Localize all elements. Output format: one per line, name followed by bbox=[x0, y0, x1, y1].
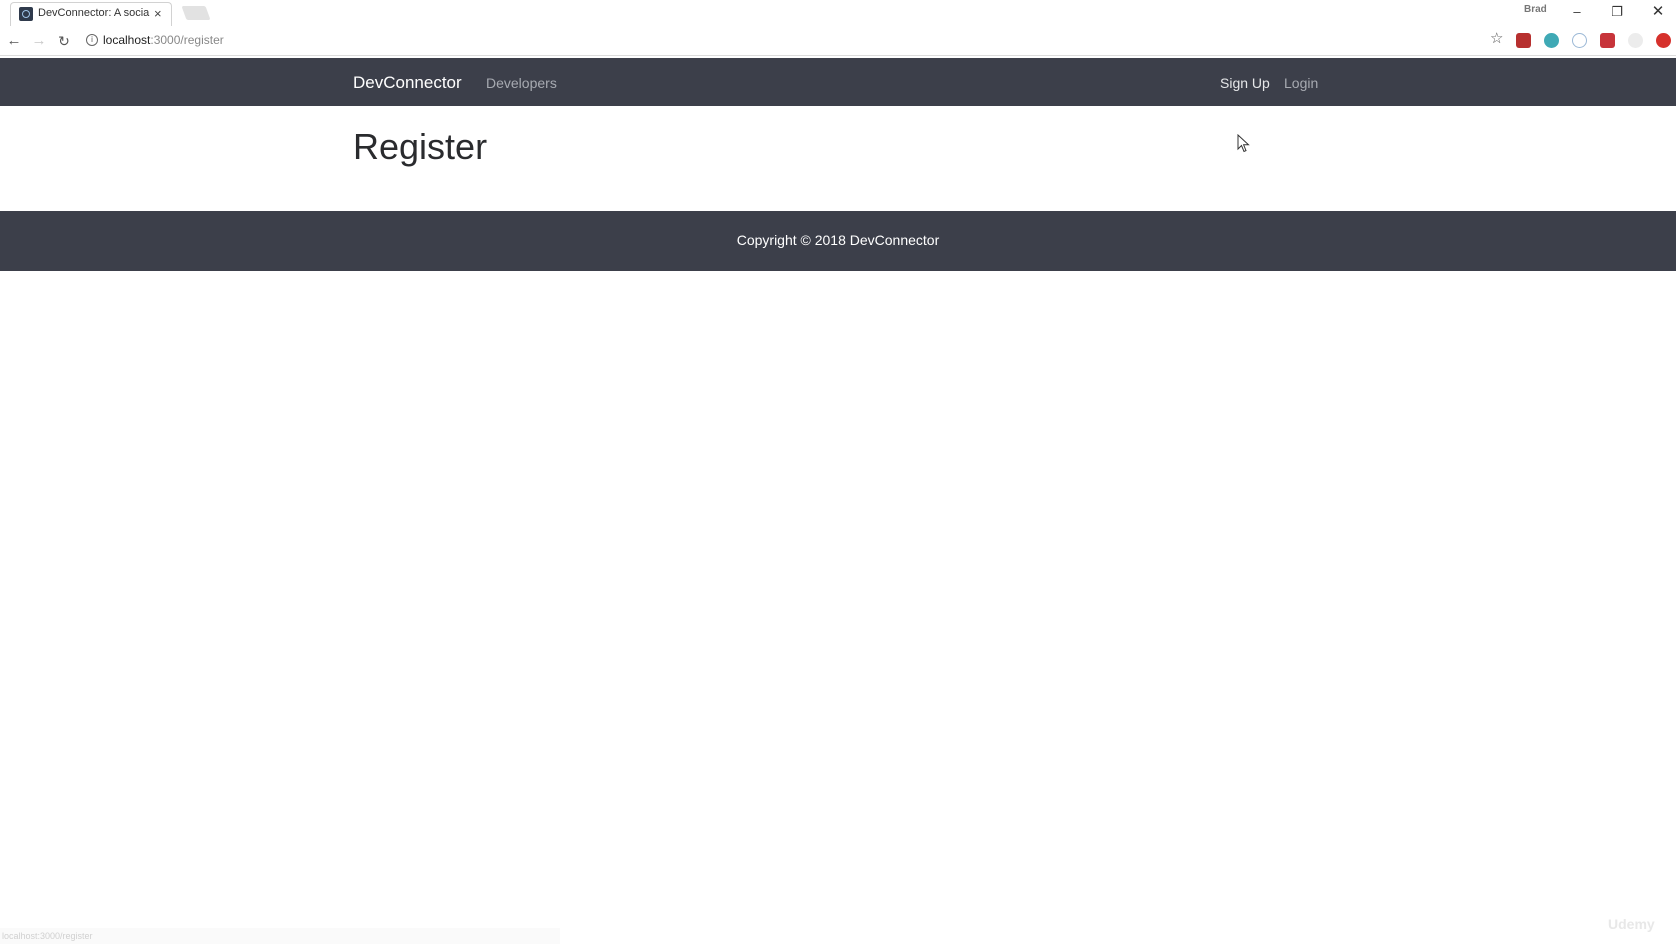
new-tab-button[interactable] bbox=[181, 6, 211, 20]
nav-link-login[interactable]: Login bbox=[1284, 75, 1318, 91]
address-url[interactable]: localhost:3000/register bbox=[103, 33, 224, 47]
react-favicon-icon bbox=[19, 7, 33, 21]
red-extension-icon[interactable] bbox=[1600, 33, 1615, 48]
back-arrow-icon[interactable]: ← bbox=[3, 30, 25, 52]
udemy-watermark: Udemy bbox=[1608, 916, 1655, 932]
browser-status-bar: localhost:3000/register bbox=[0, 928, 560, 944]
opera-extension-icon[interactable] bbox=[1656, 33, 1671, 48]
tab-close-icon[interactable]: × bbox=[154, 6, 162, 22]
url-path: :3000/register bbox=[150, 33, 224, 47]
brand-link[interactable]: DevConnector bbox=[353, 73, 462, 93]
minimize-icon[interactable]: – bbox=[1562, 2, 1592, 22]
tab-strip: DevConnector: A social n × Brad – ❐ ✕ bbox=[0, 0, 1676, 26]
forward-arrow-icon[interactable]: → bbox=[28, 30, 50, 52]
page-viewport: DevConnector Developers Sign Up Login Re… bbox=[0, 56, 1676, 946]
chart-extension-icon[interactable] bbox=[1516, 33, 1531, 48]
window-close-icon[interactable]: ✕ bbox=[1643, 2, 1673, 22]
browser-window: DevConnector: A social n × Brad – ❐ ✕ ← … bbox=[0, 0, 1676, 946]
footer-copyright: Copyright © 2018 DevConnector bbox=[736, 232, 940, 248]
nav-link-developers[interactable]: Developers bbox=[486, 75, 557, 91]
site-info-icon[interactable]: i bbox=[86, 34, 98, 46]
site-navbar: DevConnector Developers Sign Up Login bbox=[0, 58, 1676, 106]
profile-badge[interactable]: Brad bbox=[1524, 4, 1547, 15]
teal-extension-icon[interactable] bbox=[1544, 33, 1559, 48]
grey-extension-icon[interactable] bbox=[1628, 33, 1643, 48]
reload-icon[interactable]: ↻ bbox=[53, 30, 75, 52]
address-bar[interactable]: i localhost:3000/register bbox=[80, 29, 1485, 51]
restore-icon[interactable]: ❐ bbox=[1602, 2, 1632, 22]
page-title: Register bbox=[353, 126, 488, 167]
browser-toolbar: ← → ↻ i localhost:3000/register ☆ bbox=[0, 26, 1676, 56]
url-host: localhost bbox=[103, 33, 151, 47]
site-footer: Copyright © 2018 DevConnector bbox=[0, 211, 1676, 271]
mouse-cursor-icon bbox=[1237, 134, 1250, 153]
nav-link-sign-up[interactable]: Sign Up bbox=[1220, 75, 1270, 91]
browser-tab-active[interactable]: DevConnector: A social n × bbox=[10, 2, 172, 26]
circle-extension-icon[interactable] bbox=[1572, 33, 1587, 48]
bookmark-star-icon[interactable]: ☆ bbox=[1490, 29, 1503, 47]
tab-title: DevConnector: A social n bbox=[38, 7, 150, 19]
